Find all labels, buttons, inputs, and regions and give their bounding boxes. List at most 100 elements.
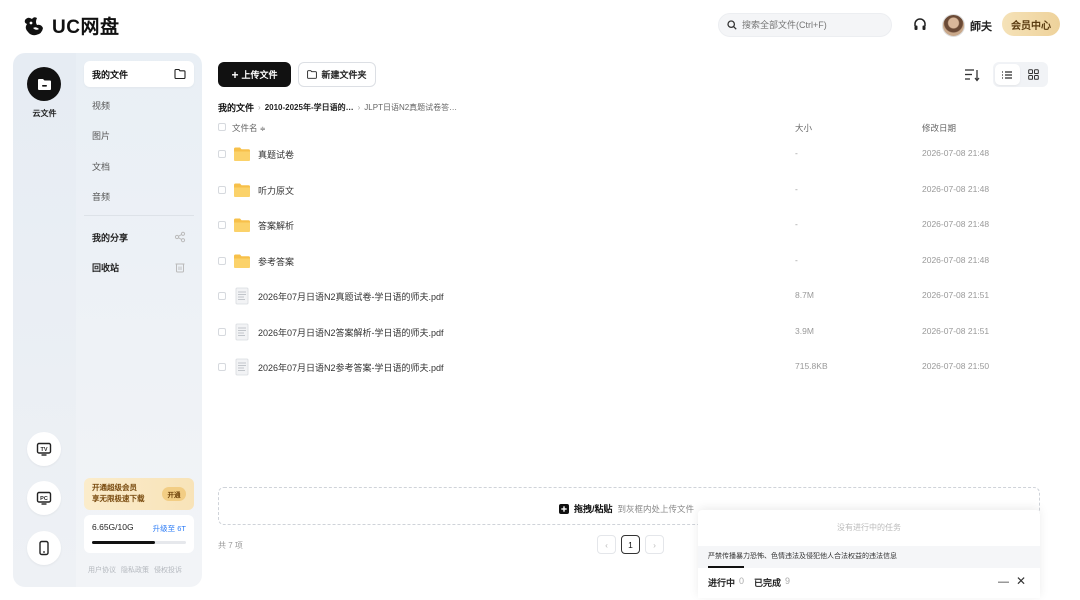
grid-view-button[interactable] [1022,64,1047,85]
prev-page-button[interactable]: ‹ [597,535,616,554]
file-name[interactable]: 答案解析 [258,219,294,232]
headset-icon[interactable] [912,17,928,33]
vip-promo-banner[interactable]: 开通超级会员 享无限极速下载 开通 [84,478,194,510]
infringement-report-link[interactable]: 侵权投诉 [154,565,182,575]
storage-progress-bar [92,541,186,544]
app-name: UC网盘 [52,17,120,38]
tv-button[interactable]: TV [27,432,61,466]
pdf-file-icon [233,323,251,341]
tab-count: 9 [785,576,791,586]
file-row[interactable]: 2026年07月日语N2参考答案-学日语的师夫.pdf 715.8KB 2026-0… [210,350,1040,384]
file-name[interactable]: 真题试卷 [258,148,294,161]
file-row[interactable]: 听力原文 - 2026-07-08 21:48 [210,173,1040,207]
sidebar-item-my-files[interactable]: 我的文件 [84,61,194,87]
footer-links: 用户协议 隐私政策 侵权投诉 [88,565,182,575]
avatar[interactable] [942,14,965,37]
file-date: 2026-07-08 21:48 [922,148,990,158]
mobile-button[interactable] [27,531,61,565]
file-name[interactable]: 2026年07月日语N2真题试卷-学日语的师夫.pdf [258,290,444,303]
sort-button[interactable] [960,64,984,86]
row-checkbox[interactable] [218,221,226,229]
row-checkbox[interactable] [218,292,226,300]
sidebar-item-my-share[interactable]: 我的分享 [84,224,194,250]
pc-button[interactable]: PC [27,481,61,515]
tab-count: 0 [739,576,745,586]
storage-upgrade-link[interactable]: 升级至 6T [153,523,186,534]
storage-card: 6.65G/10G 升级至 6T [84,515,194,553]
username[interactable]: 師夫 [970,18,992,34]
upload-file-button[interactable]: + 上传文件 [218,62,291,87]
sidebar-item-documents[interactable]: 文档 [84,153,194,179]
select-all-checkbox[interactable] [218,123,226,131]
file-row[interactable]: 真题试卷 - 2026-07-08 21:48 [210,137,1040,171]
share-icon [174,231,186,243]
file-name[interactable]: 2026年07月日语N2答案解析-学日语的师夫.pdf [258,326,444,339]
logo-mark-icon [24,16,43,35]
file-size: - [795,219,798,229]
view-toggle [993,62,1048,87]
breadcrumb-root[interactable]: 我的文件 [218,101,254,114]
tab-in-progress[interactable]: 进行中 0 [708,576,744,589]
file-row[interactable]: 答案解析 - 2026-07-08 21:48 [210,208,1040,242]
file-name[interactable]: 参考答案 [258,255,294,268]
pc-icon: PC [36,491,52,505]
file-row[interactable]: 参考答案 - 2026-07-08 21:48 [210,244,1040,278]
sidebar-item-label: 回收站 [92,262,120,273]
file-name[interactable]: 2026年07月日语N2参考答案-学日语的师夫.pdf [258,361,444,374]
logo[interactable]: UC网盘 [22,12,119,39]
file-name[interactable]: 听力原文 [258,184,294,197]
search-box[interactable] [718,13,892,37]
column-header-size[interactable]: 大小 [795,122,812,134]
pdf-file-icon [233,287,251,305]
column-header-date[interactable]: 修改日期 [922,122,956,134]
sidebar-item-audio[interactable]: 音频 [84,183,194,209]
breadcrumb-mid[interactable]: 2010-2025年-学日语的… [265,102,354,113]
file-row[interactable]: 2026年07月日语N2真题试卷-学日语的师夫.pdf 8.7M 2026-07-0… [210,279,1040,313]
file-size: - [795,148,798,158]
new-folder-label: 新建文件夹 [321,70,367,80]
next-page-button[interactable]: › [645,535,664,554]
transfer-panel: 没有进行中的任务 严禁传播暴力恐怖、色情违法及侵犯他人合法权益的违法信息 进行中… [698,510,1040,598]
file-size: - [795,254,798,265]
pagination: ‹ 1 › [597,535,664,554]
transfer-tabs: 进行中 0 已完成 9 [708,576,790,589]
breadcrumb-separator: › [357,103,361,112]
tab-label: 已完成 [754,578,782,588]
user-agreement-link[interactable]: 用户协议 [88,565,116,575]
row-checkbox[interactable] [218,185,226,194]
sidebar-item-recycle-bin[interactable]: 回收站 [84,254,194,280]
close-icon[interactable]: ✕ [1016,574,1026,588]
new-folder-button[interactable]: 新建文件夹 [298,62,376,87]
mobile-icon [39,540,49,556]
page-number[interactable]: 1 [621,535,640,554]
cloud-files-button[interactable] [27,67,61,101]
sidebar-item-video[interactable]: 视频 [84,92,194,118]
breadcrumb: 我的文件 › 2010-2025年-学日语的… › JLPT日语N2真题试卷答… [218,101,457,114]
total-count: 共 7 项 [218,541,243,550]
sidebar-item-images[interactable]: 图片 [84,122,194,148]
dropzone-text: 拖拽/粘贴 到灰框内处上传文件 [559,502,694,515]
tab-completed[interactable]: 已完成 9 [754,576,790,589]
plus-square-icon [559,503,569,514]
upload-label: 上传文件 [241,70,278,80]
privacy-policy-link[interactable]: 隐私政策 [121,565,149,575]
vip-center-button[interactable]: 会员中心 [1002,12,1060,36]
pdf-file-icon [233,358,251,376]
minimize-icon[interactable]: — [998,576,1009,588]
row-checkbox[interactable] [218,256,226,265]
grid-view-icon [1028,69,1040,80]
column-header-name[interactable]: 文件名 ≑ [232,122,266,134]
folder-icon [233,145,251,163]
row-checkbox[interactable] [218,363,226,371]
promo-open-button[interactable]: 开通 [162,487,186,501]
file-row[interactable]: 2026年07月日语N2答案解析-学日语的师夫.pdf 3.9M 2026-07-0… [210,315,1040,349]
file-date: 2026-07-08 21:51 [922,290,990,300]
search-input[interactable] [742,20,882,30]
row-checkbox[interactable] [218,327,226,336]
svg-text:TV: TV [40,447,47,453]
row-checkbox[interactable] [218,150,226,158]
dropzone-sub-text: 到灰框内处上传文件 [617,503,695,514]
folder-icon [233,181,251,199]
list-view-button[interactable] [995,64,1020,85]
file-date: 2026-07-08 21:51 [922,325,990,336]
